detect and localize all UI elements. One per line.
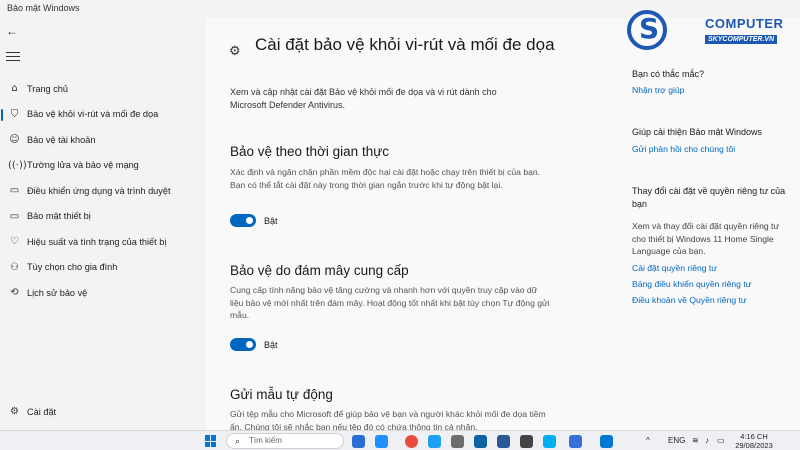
sidebar-item-label: Lịch sử bảo vệ (27, 287, 88, 298)
realtime-protection-title: Bảo vệ theo thời gian thực (230, 144, 389, 159)
shield-icon: ⛉ (10, 108, 19, 120)
sidebar-nav: ⌂ Trang chủ ⛉ Bảo vệ khỏi vi-rút và mối … (0, 76, 205, 306)
sidebar-item-settings[interactable]: ⚙ Cài đặt (0, 399, 205, 425)
sidebar-item-label: Bảo vệ tài khoản (27, 134, 96, 145)
cloud-protection-toggle[interactable] (230, 338, 256, 351)
sidebar-item-virus-protection[interactable]: ⛉ Bảo vệ khỏi vi-rút và mối đe dọa (0, 102, 205, 128)
chrome-icon[interactable] (405, 435, 418, 448)
page-intro: Xem và cập nhật cài đặt Bảo vệ khỏi mối … (230, 87, 497, 110)
back-arrow-icon[interactable]: ← (6, 24, 22, 38)
sidebar-item-label: Trang chủ (27, 83, 69, 94)
battery-icon[interactable]: ▭ (717, 436, 725, 445)
history-icon: ⟲ (10, 287, 19, 299)
hamburger-menu-icon[interactable] (6, 52, 20, 62)
person-icon: ☺ (9, 134, 20, 146)
watermark-logo: COMPUTER SKYCOMPUTER.VN (627, 10, 787, 52)
home-icon: ⌂ (11, 83, 18, 95)
clock[interactable]: 4:16 CH 29/08/2023 (728, 432, 780, 450)
send-feedback-link[interactable]: Gửi phản hồi cho chúng tôi (632, 144, 735, 154)
settings-gears-icon: ⚙ (229, 44, 241, 59)
privacy-description: Xem và thay đổi cài đặt quyền riêng tư c… (632, 221, 780, 256)
questions-heading: Bạn có thắc mắc? (632, 69, 705, 79)
get-help-link[interactable]: Nhận trợ giúp (632, 85, 684, 95)
taskbar-search-placeholder: Tìm kiếm (249, 436, 282, 445)
windows-start-icon[interactable] (205, 435, 217, 447)
sidebar-item-family-options[interactable]: ⚇ Tùy chọn cho gia đình (0, 255, 205, 281)
windows-security-icon[interactable] (600, 435, 613, 448)
sidebar-item-label: Hiệu suất và tình trạng của thiết bị (27, 236, 167, 247)
gear-icon: ⚙ (10, 406, 19, 418)
sidebar-item-account-protection[interactable]: ☺ Bảo vệ tài khoản (0, 127, 205, 153)
app-icon[interactable] (520, 435, 533, 448)
family-icon: ⚇ (10, 261, 19, 273)
volume-icon[interactable]: ♪ (705, 436, 709, 445)
toggle-state-label: Bật (264, 339, 278, 350)
cloud-protection-toggle-row: Bật (230, 338, 278, 351)
privacy-dashboard-link[interactable]: Bảng điều khiển quyền riêng tư (632, 279, 751, 289)
realtime-protection-toggle[interactable] (230, 214, 256, 227)
clock-time: 4:16 CH (740, 432, 768, 441)
main-content: ⚙ Cài đặt bảo vệ khỏi vi-rút và mối đe d… (205, 18, 800, 430)
app-icon[interactable] (569, 435, 582, 448)
taskbar-app-icon[interactable] (352, 435, 365, 448)
sidebar-item-device-health[interactable]: ♡ Hiệu suất và tình trạng của thiết bị (0, 229, 205, 255)
sidebar-item-app-browser-control[interactable]: ▭ Điều khiển ứng dụng và trình duyệt (0, 178, 205, 204)
realtime-protection-description: Xác định và ngăn chặn phần mềm độc hại c… (230, 167, 541, 190)
wifi-icon: ((·)) (8, 159, 27, 171)
privacy-settings-link[interactable]: Cài đặt quyền riêng tư (632, 263, 717, 273)
settings-nav: ⚙ Cài đặt (0, 399, 205, 425)
sidebar-item-label: Bảo mật thiết bị (27, 211, 91, 222)
logo-domain: SKYCOMPUTER.VN (705, 35, 778, 44)
realtime-protection-toggle-row: Bật (230, 214, 278, 227)
heart-icon: ♡ (10, 236, 19, 248)
window-title: Bảo mật Windows (7, 3, 80, 13)
app-browser-icon: ▭ (9, 185, 20, 197)
sidebar-item-label: Điều khiển ứng dụng và trình duyệt (27, 185, 171, 196)
logo-name: COMPUTER (705, 16, 784, 31)
sidebar-item-device-security[interactable]: ▭ Bảo mật thiết bị (0, 204, 205, 230)
clock-date: 29/08/2023 (735, 441, 773, 450)
word-icon[interactable] (497, 435, 510, 448)
privacy-statement-link[interactable]: Điều khoản về Quyền riêng tư (632, 295, 747, 305)
sidebar-item-protection-history[interactable]: ⟲ Lịch sử bảo vệ (0, 280, 205, 306)
logo-mark (627, 10, 667, 50)
outlook-icon[interactable] (474, 435, 487, 448)
file-explorer-icon[interactable] (451, 435, 464, 448)
auto-sample-description: Gửi tệp mẫu cho Microsoft để giúp bảo vệ… (230, 409, 546, 430)
search-icon: ⌕ (235, 437, 241, 447)
sidebar-item-label: Bảo vệ khỏi vi-rút và mối đe dọa (27, 109, 159, 120)
zalo-app-icon[interactable] (375, 435, 388, 448)
skype-icon[interactable] (543, 435, 556, 448)
cloud-protection-description: Cung cấp tính năng bảo vệ tăng cường và … (230, 285, 550, 320)
language-indicator[interactable]: ENG (668, 436, 685, 445)
privacy-heading: Thay đổi cài đặt về quyền riêng tư của b… (632, 186, 786, 209)
taskbar: ⌕ Tìm kiếm ^ ENG ≋ ♪ ▭ 4:16 CH 29/08/202… (0, 430, 800, 450)
sidebar-item-label: Tường lửa và bảo vệ mạng (27, 160, 139, 171)
sidebar-item-label: Cài đặt (27, 406, 57, 417)
sidebar-item-label: Tùy chọn cho gia đình (27, 262, 118, 273)
taskbar-search[interactable]: ⌕ Tìm kiếm (226, 433, 344, 449)
wifi-icon[interactable]: ≋ (692, 436, 699, 445)
laptop-icon: ▭ (9, 210, 20, 222)
toggle-state-label: Bật (264, 215, 278, 226)
chevron-up-icon[interactable]: ^ (646, 436, 650, 445)
cloud-protection-title: Bảo vệ do đám mây cung cấp (230, 263, 409, 278)
improve-heading: Giúp cải thiện Bảo mật Windows (632, 127, 763, 137)
page-title: Cài đặt bảo vệ khỏi vi-rút và mối đe dọa (255, 35, 555, 54)
sidebar-item-firewall[interactable]: ((·)) Tường lửa và bảo vệ mạng (0, 153, 205, 179)
edge-icon[interactable] (428, 435, 441, 448)
sidebar: ← ⌂ Trang chủ ⛉ Bảo vệ khỏi vi-rút và mố… (0, 18, 205, 430)
auto-sample-title: Gửi mẫu tự động (230, 387, 333, 402)
sidebar-item-home[interactable]: ⌂ Trang chủ (0, 76, 205, 102)
